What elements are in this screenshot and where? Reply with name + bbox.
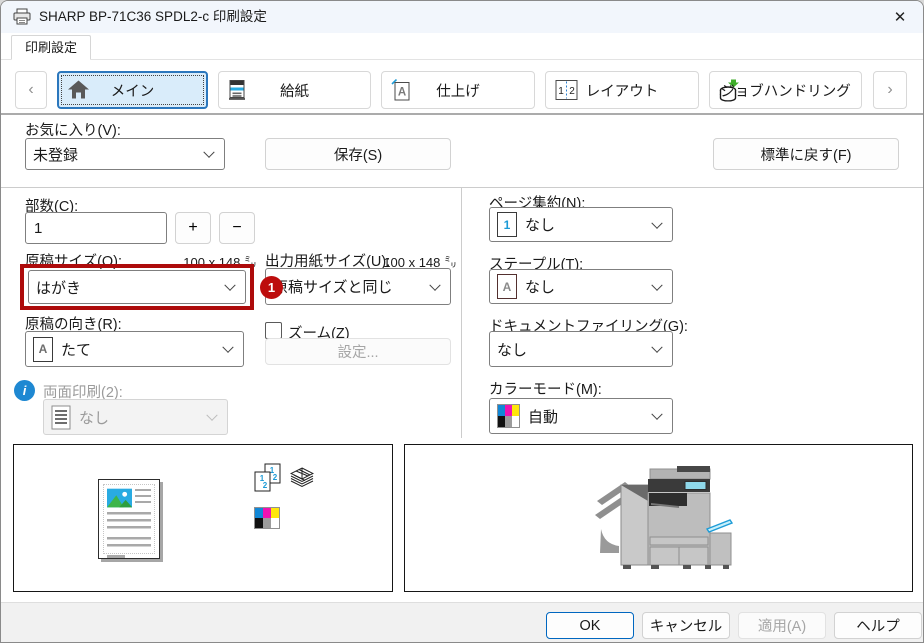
printer-icon (13, 8, 31, 31)
cmyk-grid-icon (254, 507, 280, 529)
duplex-select[interactable]: なし (43, 399, 228, 435)
color-mode-value: 自動 (528, 406, 558, 427)
annotation-step-badge: 1 (260, 276, 283, 299)
staple-a-icon: A (497, 274, 517, 299)
svg-text:2: 2 (273, 473, 278, 482)
toolbar-divider (1, 113, 923, 115)
output-size-select[interactable]: 原稿サイズと同じ (265, 268, 451, 305)
tab-main-label: メイン (59, 73, 206, 107)
document-filing-value: なし (497, 339, 527, 360)
copies-decrement-button[interactable]: − (219, 212, 255, 244)
restore-defaults-button[interactable]: 標準に戻す(F) (713, 138, 899, 170)
staple-select[interactable]: A なし (489, 269, 673, 304)
ok-button[interactable]: OK (546, 612, 634, 639)
toolbar-next-button[interactable]: › (873, 71, 907, 109)
original-size-select[interactable]: はがき (28, 270, 246, 304)
text-line-decoration (107, 555, 125, 558)
info-icon: i (14, 380, 35, 401)
text-lines-decoration (107, 512, 151, 532)
toolbar-prev-button[interactable]: ‹ (15, 71, 47, 109)
print-settings-dialog: SHARP BP-71C36 SPDL2-c 印刷設定 ✕ 印刷設定 ‹ メイン… (0, 0, 924, 643)
nup-1-icon: 1 (497, 212, 517, 237)
pages-per-sheet-select[interactable]: 1 なし (489, 207, 673, 242)
window-title: SHARP BP-71C36 SPDL2-c 印刷設定 (39, 1, 267, 33)
chevron-down-icon (222, 342, 233, 353)
tab-divider (1, 59, 923, 60)
printer-preview-panel (404, 444, 913, 592)
copies-input[interactable] (25, 212, 167, 244)
cmyk-grid-icon (497, 404, 520, 428)
chevron-down-icon (651, 409, 662, 420)
document-preview-margins (103, 484, 155, 554)
chevron-down-icon (429, 279, 440, 290)
output-size-value: 原稿サイズと同じ (273, 276, 393, 297)
zoom-settings-button[interactable]: 設定... (265, 338, 451, 365)
paper-stack-icon (290, 467, 314, 494)
text-lines-decoration (135, 489, 151, 506)
original-size-value: はがき (36, 277, 81, 298)
help-button[interactable]: ヘルプ (834, 612, 922, 639)
chevron-down-icon (651, 217, 662, 228)
chevron-down-icon (206, 410, 217, 421)
svg-text:2: 2 (263, 481, 268, 490)
section-divider (1, 187, 923, 188)
photo-thumbnail-icon (107, 488, 132, 508)
document-preview (98, 479, 160, 559)
save-button[interactable]: 保存(S) (265, 138, 451, 170)
title-bar: SHARP BP-71C36 SPDL2-c 印刷設定 ✕ (1, 1, 923, 33)
document-filing-select[interactable]: なし (489, 331, 673, 367)
orientation-select[interactable]: A たて (25, 331, 244, 367)
text-lines-decoration (107, 537, 151, 551)
chevron-down-icon (651, 279, 662, 290)
duplex-lines-icon (51, 405, 71, 430)
duplex-value: なし (79, 407, 109, 428)
column-divider (461, 188, 462, 438)
tab-job-handling-label: ジョブハンドリング (710, 72, 861, 108)
zoom-checkbox[interactable] (265, 322, 282, 339)
tab-layout[interactable]: 12 レイアウト (545, 71, 699, 109)
tab-print-settings[interactable]: 印刷設定 (11, 35, 91, 60)
chevron-down-icon (203, 147, 214, 158)
apply-button[interactable]: 適用(A) (738, 612, 826, 639)
tab-main[interactable]: メイン (57, 71, 208, 109)
tab-finishing[interactable]: A 仕上げ (381, 71, 535, 109)
favorites-label: お気に入り(V): (25, 119, 121, 140)
orientation-value: たて (61, 339, 91, 360)
original-size-dimensions: 100 x 148 ㍉ (131, 252, 257, 271)
portrait-a-icon: A (33, 337, 53, 362)
chevron-down-icon (224, 280, 235, 291)
tab-paper-source[interactable]: 給紙 (218, 71, 371, 109)
pages-per-sheet-value: なし (525, 214, 555, 235)
copies-increment-button[interactable]: + (175, 212, 211, 244)
printer-illustration (593, 465, 733, 582)
chevron-down-icon (651, 342, 662, 353)
tab-paper-source-label: 給紙 (219, 72, 370, 108)
color-mode-select[interactable]: 自動 (489, 398, 673, 434)
favorites-select[interactable]: 未登録 (25, 138, 225, 170)
staple-value: なし (525, 276, 555, 297)
color-mode-label: カラーモード(M): (489, 378, 602, 399)
cancel-button[interactable]: キャンセル (642, 612, 730, 639)
tab-finishing-label: 仕上げ (382, 72, 534, 108)
close-icon[interactable]: ✕ (877, 1, 923, 33)
tab-layout-label: レイアウト (546, 72, 698, 108)
collate-pages-icon: 1212 (254, 463, 282, 498)
settings-preview-panel: 1212 (13, 444, 393, 592)
favorites-value: 未登録 (33, 144, 78, 165)
original-size-label: 原稿サイズ(O): (25, 250, 122, 271)
tab-job-handling[interactable]: ジョブハンドリング (709, 71, 862, 109)
